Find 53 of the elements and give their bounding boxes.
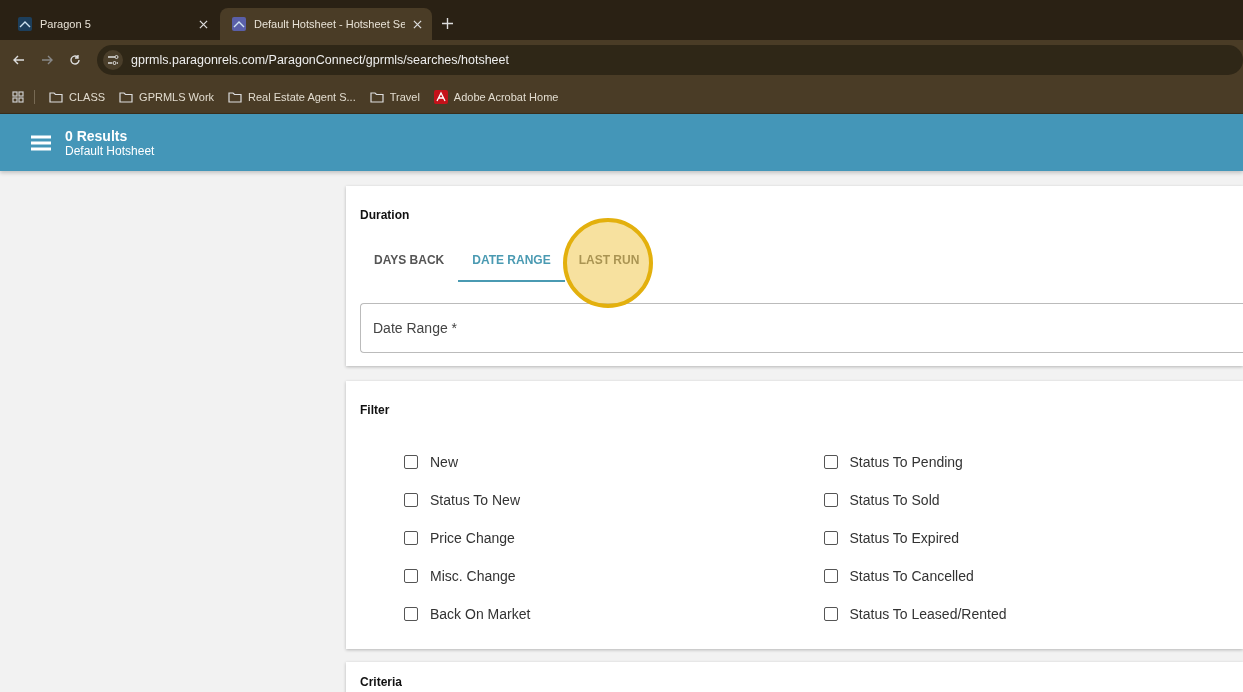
- browser-tab[interactable]: Default Hotsheet - Hotsheet Se: [220, 8, 432, 40]
- date-range-field[interactable]: Date Range *: [360, 303, 1243, 353]
- folder-icon: [119, 90, 134, 103]
- filter-checkbox[interactable]: Back On Market: [404, 603, 824, 624]
- menu-icon[interactable]: [31, 134, 51, 151]
- folder-icon: [228, 90, 243, 103]
- site-settings-icon[interactable]: [103, 50, 123, 70]
- checkbox[interactable]: [404, 568, 418, 583]
- filter-checkbox[interactable]: Status To Pending: [823, 451, 1243, 472]
- back-icon[interactable]: [13, 54, 25, 66]
- new-tab-icon[interactable]: [442, 18, 453, 29]
- hotsheet-name: Default Hotsheet: [65, 143, 155, 158]
- tab-title: Default Hotsheet - Hotsheet Se: [254, 18, 405, 30]
- checkbox[interactable]: [823, 606, 838, 621]
- checkbox[interactable]: [823, 568, 838, 583]
- bookmark[interactable]: Adobe Acrobat Home: [433, 89, 559, 104]
- filter-checkbox[interactable]: Status To Sold: [823, 489, 1243, 510]
- bookmark[interactable]: Real Estate Agent S...: [228, 90, 356, 103]
- mountain-icon: [232, 17, 246, 31]
- filter-checkbox[interactable]: New: [404, 451, 824, 472]
- folder-icon: [49, 90, 63, 103]
- results-count: 0 Results: [65, 127, 129, 144]
- filter-checkbox[interactable]: Status To Leased/Rented: [823, 603, 1243, 624]
- close-icon[interactable]: [199, 19, 208, 29]
- folder-icon: [369, 90, 384, 103]
- section-heading: Criteria: [360, 676, 404, 689]
- filter-checkbox[interactable]: Status To Expired: [823, 527, 1243, 548]
- apps-grid-icon[interactable]: [12, 90, 24, 103]
- forward-icon[interactable]: [41, 54, 53, 66]
- checkbox[interactable]: [404, 492, 418, 507]
- bookmark[interactable]: GPRMLS Work: [119, 90, 215, 103]
- filter-checkbox[interactable]: Status To New: [404, 489, 824, 510]
- close-icon[interactable]: [413, 19, 422, 29]
- tab-title: Paragon 5: [40, 18, 92, 30]
- filter-checkbox[interactable]: Status To Cancelled: [823, 565, 1243, 586]
- checkbox[interactable]: [823, 454, 838, 469]
- checkbox[interactable]: [404, 454, 418, 469]
- duration-tab[interactable]: DAYS BACK: [360, 240, 459, 282]
- checkbox[interactable]: [823, 492, 838, 507]
- browser-tab[interactable]: Paragon 5: [6, 8, 218, 40]
- bookmark[interactable]: Travel: [369, 90, 420, 103]
- section-heading: Filter: [360, 403, 391, 417]
- checkbox[interactable]: [823, 530, 838, 545]
- mountain-icon: [18, 17, 32, 31]
- pdf-icon: [433, 89, 448, 104]
- checkbox[interactable]: [404, 606, 418, 621]
- address-bar[interactable]: gprmls.paragonrels.com/ParagonConnect/gprmls/searches/hotsheet: [97, 45, 1243, 75]
- section-heading: Duration: [360, 208, 411, 222]
- reload-icon[interactable]: [69, 54, 81, 66]
- checkbox[interactable]: [404, 530, 418, 545]
- filter-checkbox[interactable]: Misc. Change: [404, 565, 824, 586]
- filter-checkbox[interactable]: Price Change: [404, 527, 824, 548]
- bookmark[interactable]: CLASS: [49, 90, 106, 103]
